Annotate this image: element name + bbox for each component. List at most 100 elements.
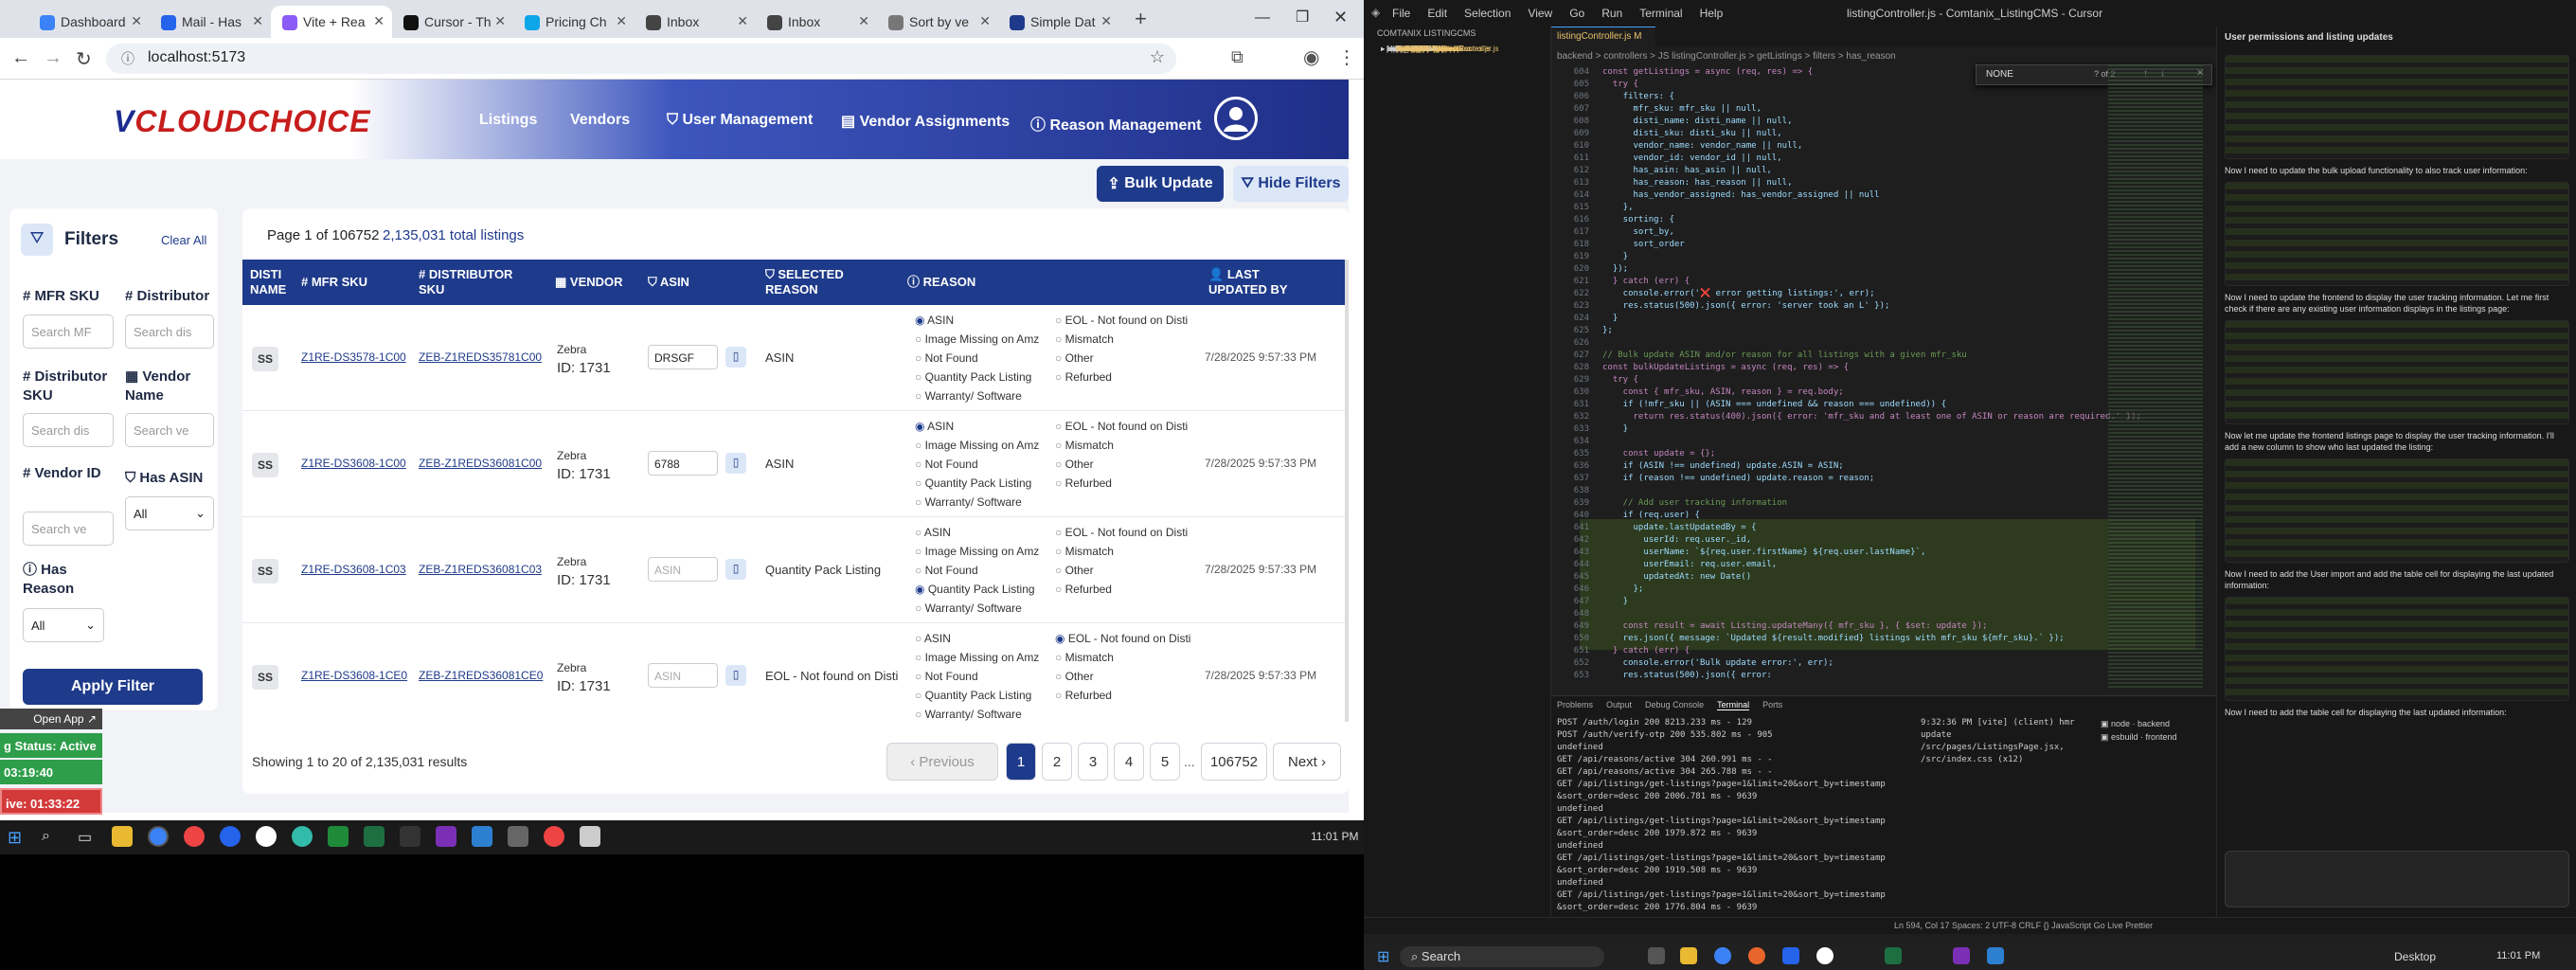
mfr-sku-link[interactable]: Z1RE-DS3608-1C00 — [301, 457, 406, 470]
reason-option[interactable]: ○ Warranty/ Software — [915, 493, 1022, 512]
extensions-icon[interactable]: ⧉ — [1231, 47, 1243, 67]
app-icon-white[interactable] — [1816, 947, 1834, 964]
menu-item[interactable]: Selection — [1464, 7, 1511, 20]
close-tab-icon[interactable]: ✕ — [737, 13, 748, 29]
chat-input[interactable] — [2225, 851, 2569, 907]
reason-option[interactable]: ○ Mismatch — [1055, 648, 1114, 667]
page-1-button[interactable]: 1 — [1006, 743, 1036, 781]
terminal-item-node[interactable]: ▣ node · backend — [2101, 717, 2214, 730]
mfr-sku-input[interactable]: Search MF — [23, 314, 114, 349]
table-scrollbar[interactable] — [1345, 260, 1349, 722]
col-disti-name[interactable]: DISTI NAME — [250, 267, 297, 297]
reason-option[interactable]: ○ Not Found — [915, 667, 978, 686]
menu-item[interactable]: Edit — [1427, 7, 1447, 20]
asin-input[interactable]: ASIN — [648, 557, 718, 582]
taskbar-search-box[interactable]: ⌕ Search — [1400, 946, 1604, 967]
minimap[interactable] — [2108, 64, 2203, 690]
reload-icon[interactable]: ↻ — [76, 47, 92, 71]
reason-option[interactable]: ○ Refurbed — [1055, 474, 1112, 493]
mfr-sku-link[interactable]: Z1RE-DS3608-1CE0 — [301, 669, 407, 682]
site-info-icon[interactable]: ⓘ — [121, 49, 134, 68]
reason-option[interactable]: ○ Quantity Pack Listing — [915, 474, 1031, 493]
col-vendor[interactable]: ▦ VENDOR — [555, 275, 623, 290]
terminal-tab[interactable]: Terminal — [1717, 700, 1750, 710]
reason-option[interactable]: ○ Mismatch — [1055, 330, 1114, 349]
app-icon-teal[interactable] — [292, 826, 313, 847]
reason-option[interactable]: ○ Not Found — [915, 561, 978, 580]
open-app-button[interactable]: Open App ↗ — [0, 709, 102, 729]
menu-item[interactable]: Run — [1601, 7, 1622, 20]
reason-option[interactable]: ○ Quantity Pack Listing — [915, 368, 1031, 386]
asin-input[interactable]: DRSGF — [648, 345, 718, 369]
file-explorer-icon[interactable] — [112, 826, 133, 847]
page-5-button[interactable]: 5 — [1150, 743, 1180, 781]
col-selected-reason[interactable]: ⛉ SELECTED REASON — [765, 267, 869, 297]
reason-option[interactable]: ○ Warranty/ Software — [915, 599, 1022, 618]
close-tab-icon[interactable]: ✕ — [131, 13, 142, 29]
vscode-icon[interactable] — [472, 826, 492, 847]
excel-icon[interactable] — [1885, 947, 1902, 964]
search-icon[interactable]: ⌕ — [42, 828, 50, 845]
browser-menu-icon[interactable]: ⋮ — [1337, 45, 1356, 69]
nav-vendors[interactable]: Vendors — [570, 112, 630, 129]
copy-asin-icon[interactable]: ▯ — [725, 453, 746, 474]
close-tab-icon[interactable]: ✕ — [1100, 13, 1112, 29]
chrome-icon[interactable] — [1714, 947, 1731, 964]
close-tab-icon[interactable]: ✕ — [252, 13, 263, 29]
reason-option[interactable]: ◉ Quantity Pack Listing — [915, 580, 1035, 599]
menu-item[interactable]: File — [1392, 7, 1410, 20]
reason-option[interactable]: ○ Other — [1055, 561, 1094, 580]
nav-reason-management[interactable]: ⓘ Reason Management — [1030, 112, 1202, 135]
taskbar-clock[interactable]: 11:01 PM — [2496, 950, 2540, 961]
code-diff-block[interactable] — [2225, 320, 2569, 424]
copy-asin-icon[interactable]: ▯ — [725, 559, 746, 580]
bookmark-star-icon[interactable]: ☆ — [1150, 47, 1165, 67]
reason-option[interactable]: ○ EOL - Not found on Disti — [1055, 311, 1188, 330]
task-view-icon[interactable]: ▭ — [78, 828, 92, 847]
col-mfr-sku[interactable]: # MFR SKU — [301, 275, 367, 290]
menu-item[interactable]: Help — [1700, 7, 1724, 20]
code-diff-block[interactable] — [2225, 458, 2569, 563]
reason-option[interactable]: ○ Image Missing on Amz — [915, 330, 1039, 349]
menu-item[interactable]: Go — [1569, 7, 1584, 20]
code-diff-block[interactable] — [2225, 182, 2569, 286]
terminal-output[interactable]: POST /auth/login 200 8213.233 ms - 129 PO… — [1557, 717, 1886, 914]
nav-vendor-assignments[interactable]: ▤ Vendor Assignments — [841, 112, 1010, 131]
browser-tab[interactable]: Inbox ✕ — [635, 6, 756, 38]
profile-icon[interactable]: ◉ — [1303, 45, 1319, 69]
asin-input[interactable]: 6788 — [648, 451, 718, 476]
desktop-label[interactable]: Desktop — [2394, 950, 2436, 963]
browser-tab[interactable]: Vite + Rea ✕ — [271, 6, 392, 38]
reason-option[interactable]: ○ Image Missing on Amz — [915, 542, 1039, 561]
app-icon-circle[interactable] — [256, 826, 277, 847]
copy-asin-icon[interactable]: ▯ — [725, 665, 746, 686]
close-tab-icon[interactable]: ✕ — [979, 13, 991, 29]
terminal-tab[interactable]: Debug Console — [1645, 700, 1704, 710]
reason-option[interactable]: ○ Refurbed — [1055, 686, 1112, 705]
windows-start-icon[interactable]: ⊞ — [8, 828, 22, 848]
previous-page-button[interactable]: ‹ Previous — [886, 743, 998, 781]
terminal-tab[interactable]: Output — [1606, 700, 1632, 710]
terminal-tab[interactable]: Problems — [1557, 700, 1593, 710]
browser-tab[interactable]: Mail - Has ✕ — [150, 6, 271, 38]
reason-option[interactable]: ○ ASIN — [915, 523, 951, 542]
app-icon-white[interactable] — [580, 826, 600, 847]
cloudchoice-logo[interactable]: VCLOUDCHOICE — [114, 104, 371, 139]
chrome-icon[interactable] — [148, 826, 169, 847]
code-diff-block[interactable] — [2225, 55, 2569, 159]
browser-tab[interactable]: Pricing Ch ✕ — [513, 6, 635, 38]
page-3-button[interactable]: 3 — [1078, 743, 1108, 781]
reason-option[interactable]: ○ Other — [1055, 455, 1094, 474]
menu-item[interactable]: Terminal — [1639, 7, 1682, 20]
file-tree-item[interactable]: vite.svg — [1375, 44, 1422, 55]
reason-option[interactable]: ○ Mismatch — [1055, 436, 1114, 455]
app-icon-red[interactable] — [184, 826, 205, 847]
back-icon[interactable]: ← — [11, 47, 30, 69]
onenote-icon[interactable] — [436, 826, 456, 847]
mfr-sku-link[interactable]: Z1RE-DS3578-1C00 — [301, 350, 406, 364]
nav-listings[interactable]: Listings — [479, 112, 537, 129]
has-asin-select[interactable]: All ⌄ — [125, 496, 214, 530]
excel-icon[interactable] — [364, 826, 385, 847]
distributor-sku-link[interactable]: ZEB-Z1REDS36081C00 — [419, 457, 542, 470]
distributor-sku-link[interactable]: ZEB-Z1REDS36081CE0 — [419, 669, 543, 682]
